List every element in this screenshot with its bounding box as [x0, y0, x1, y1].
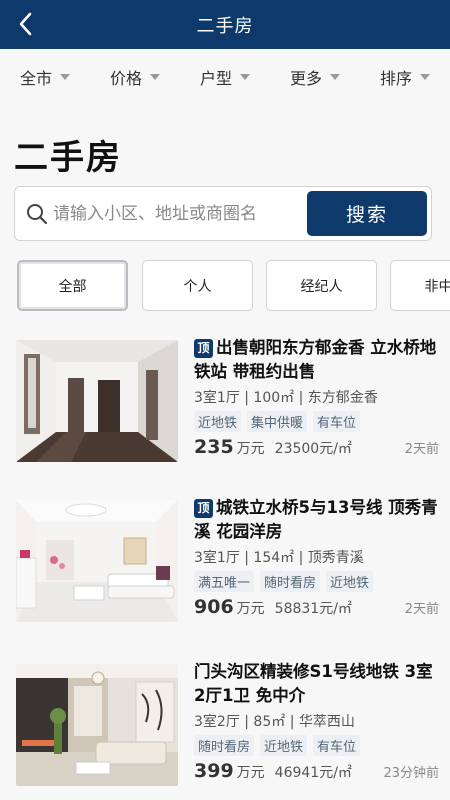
listing-price-row: 906 万元 58831元/㎡ 2天前 — [194, 596, 439, 618]
listing-unit-price: 23500元/㎡ — [274, 441, 352, 457]
listing-price-row: 235 万元 23500元/㎡ 2天前 — [194, 436, 439, 458]
listing-price: 399 — [194, 760, 234, 782]
top-badge: 顶 — [194, 339, 213, 358]
caret-down-icon — [60, 74, 70, 80]
filter-sort[interactable]: 排序 — [360, 49, 450, 105]
listing-photo — [16, 340, 178, 462]
search-icon — [27, 204, 48, 225]
listing-specs: 3室2厅 | 85㎡ | 华萃西山 — [194, 714, 355, 730]
filter-layout-label: 户型 — [199, 69, 232, 88]
filter-sort-label: 排序 — [379, 69, 412, 88]
navbar-title: 二手房 — [196, 15, 254, 37]
listing-price: 235 — [194, 436, 234, 458]
listing-info: 门头沟区精装修S1号线地铁 3室2厅1卫 免中介 3室2厅 | 85㎡ | 华萃… — [194, 660, 439, 756]
caret-down-icon — [240, 74, 250, 80]
listing-tags: 满五唯一 随时看房 近地铁 — [194, 571, 439, 592]
filter-more[interactable]: 更多 — [270, 49, 360, 105]
listing-item[interactable]: 顶出售朝阳东方郁金香 立水桥地铁站 带租约出售 3室1厅 | 100㎡ | 东方… — [0, 338, 450, 480]
filter-layout[interactable]: 户型 — [180, 49, 270, 105]
listing-tag: 满五唯一 — [194, 571, 255, 592]
filter-bar: 全市 价格 户型 更多 排序 — [0, 49, 450, 105]
listing-tag: 随时看房 — [194, 735, 255, 756]
listing-price-row: 399 万元 46941元/㎡ 23分钟前 — [194, 760, 439, 782]
listing-time: 2天前 — [404, 602, 439, 617]
listing-title[interactable]: 门头沟区精装修S1号线地铁 3室2厅1卫 免中介 — [194, 660, 439, 708]
tab-agent[interactable]: 经纪人 — [266, 260, 377, 311]
listing-item[interactable]: 门头沟区精装修S1号线地铁 3室2厅1卫 免中介 3室2厅 | 85㎡ | 华萃… — [0, 662, 450, 800]
filter-more-label: 更多 — [289, 69, 322, 88]
page-title: 二手房 — [14, 138, 122, 178]
listing-time: 2天前 — [404, 442, 439, 457]
filter-price[interactable]: 价格 — [90, 49, 180, 105]
seller-type-tabs: 全部 个人 经纪人 非中介 — [17, 260, 450, 313]
tab-all[interactable]: 全部 — [17, 260, 128, 311]
price-unit: 万元 — [236, 765, 265, 781]
search-input[interactable] — [53, 193, 303, 235]
price-unit: 万元 — [236, 441, 265, 457]
chevron-left-icon — [19, 12, 32, 36]
caret-down-icon — [420, 74, 430, 80]
filter-price-label: 价格 — [109, 69, 142, 88]
search-button[interactable]: 搜索 — [307, 191, 427, 236]
listing-price: 906 — [194, 596, 234, 618]
listing-tags: 随时看房 近地铁 有车位 — [194, 735, 439, 756]
listing-specs: 3室1厅 | 100㎡ | 东方郁金香 — [194, 390, 378, 406]
tab-non-agency[interactable]: 非中介 — [390, 260, 450, 311]
listing-tag: 近地铁 — [260, 735, 308, 756]
listing-photo — [16, 664, 178, 786]
listing-time: 23分钟前 — [383, 766, 439, 781]
listing-photo — [16, 500, 178, 622]
caret-down-icon — [330, 74, 340, 80]
listing-tag: 近地铁 — [326, 571, 374, 592]
caret-down-icon — [150, 74, 160, 80]
top-navbar: 二手房 — [0, 0, 450, 49]
listing-info: 顶出售朝阳东方郁金香 立水桥地铁站 带租约出售 3室1厅 | 100㎡ | 东方… — [194, 336, 439, 432]
listing-item[interactable]: 顶城铁立水桥5与13号线 顶秀青溪 花园洋房 3室1厅 | 154㎡ | 顶秀青… — [0, 498, 450, 640]
back-button[interactable] — [6, 4, 46, 44]
listing-title[interactable]: 顶出售朝阳东方郁金香 立水桥地铁站 带租约出售 — [194, 336, 439, 384]
listing-title[interactable]: 顶城铁立水桥5与13号线 顶秀青溪 花园洋房 — [194, 496, 439, 544]
filter-city[interactable]: 全市 — [0, 49, 90, 105]
listing-tag: 有车位 — [313, 411, 361, 432]
listing-unit-price: 58831元/㎡ — [274, 601, 352, 617]
search-bar: 搜索 — [14, 186, 432, 241]
listing-tags: 近地铁 集中供暖 有车位 — [194, 411, 439, 432]
tab-individual[interactable]: 个人 — [142, 260, 253, 311]
top-badge: 顶 — [194, 499, 213, 518]
listing-tag: 随时看房 — [260, 571, 321, 592]
listing-specs: 3室1厅 | 154㎡ | 顶秀青溪 — [194, 550, 364, 566]
listing-tag: 有车位 — [313, 735, 361, 756]
listing-tag: 近地铁 — [194, 411, 242, 432]
listing-unit-price: 46941元/㎡ — [274, 765, 352, 781]
listing-info: 顶城铁立水桥5与13号线 顶秀青溪 花园洋房 3室1厅 | 154㎡ | 顶秀青… — [194, 496, 439, 592]
filter-city-label: 全市 — [19, 69, 52, 88]
listing-tag: 集中供暖 — [247, 411, 308, 432]
price-unit: 万元 — [236, 601, 265, 617]
